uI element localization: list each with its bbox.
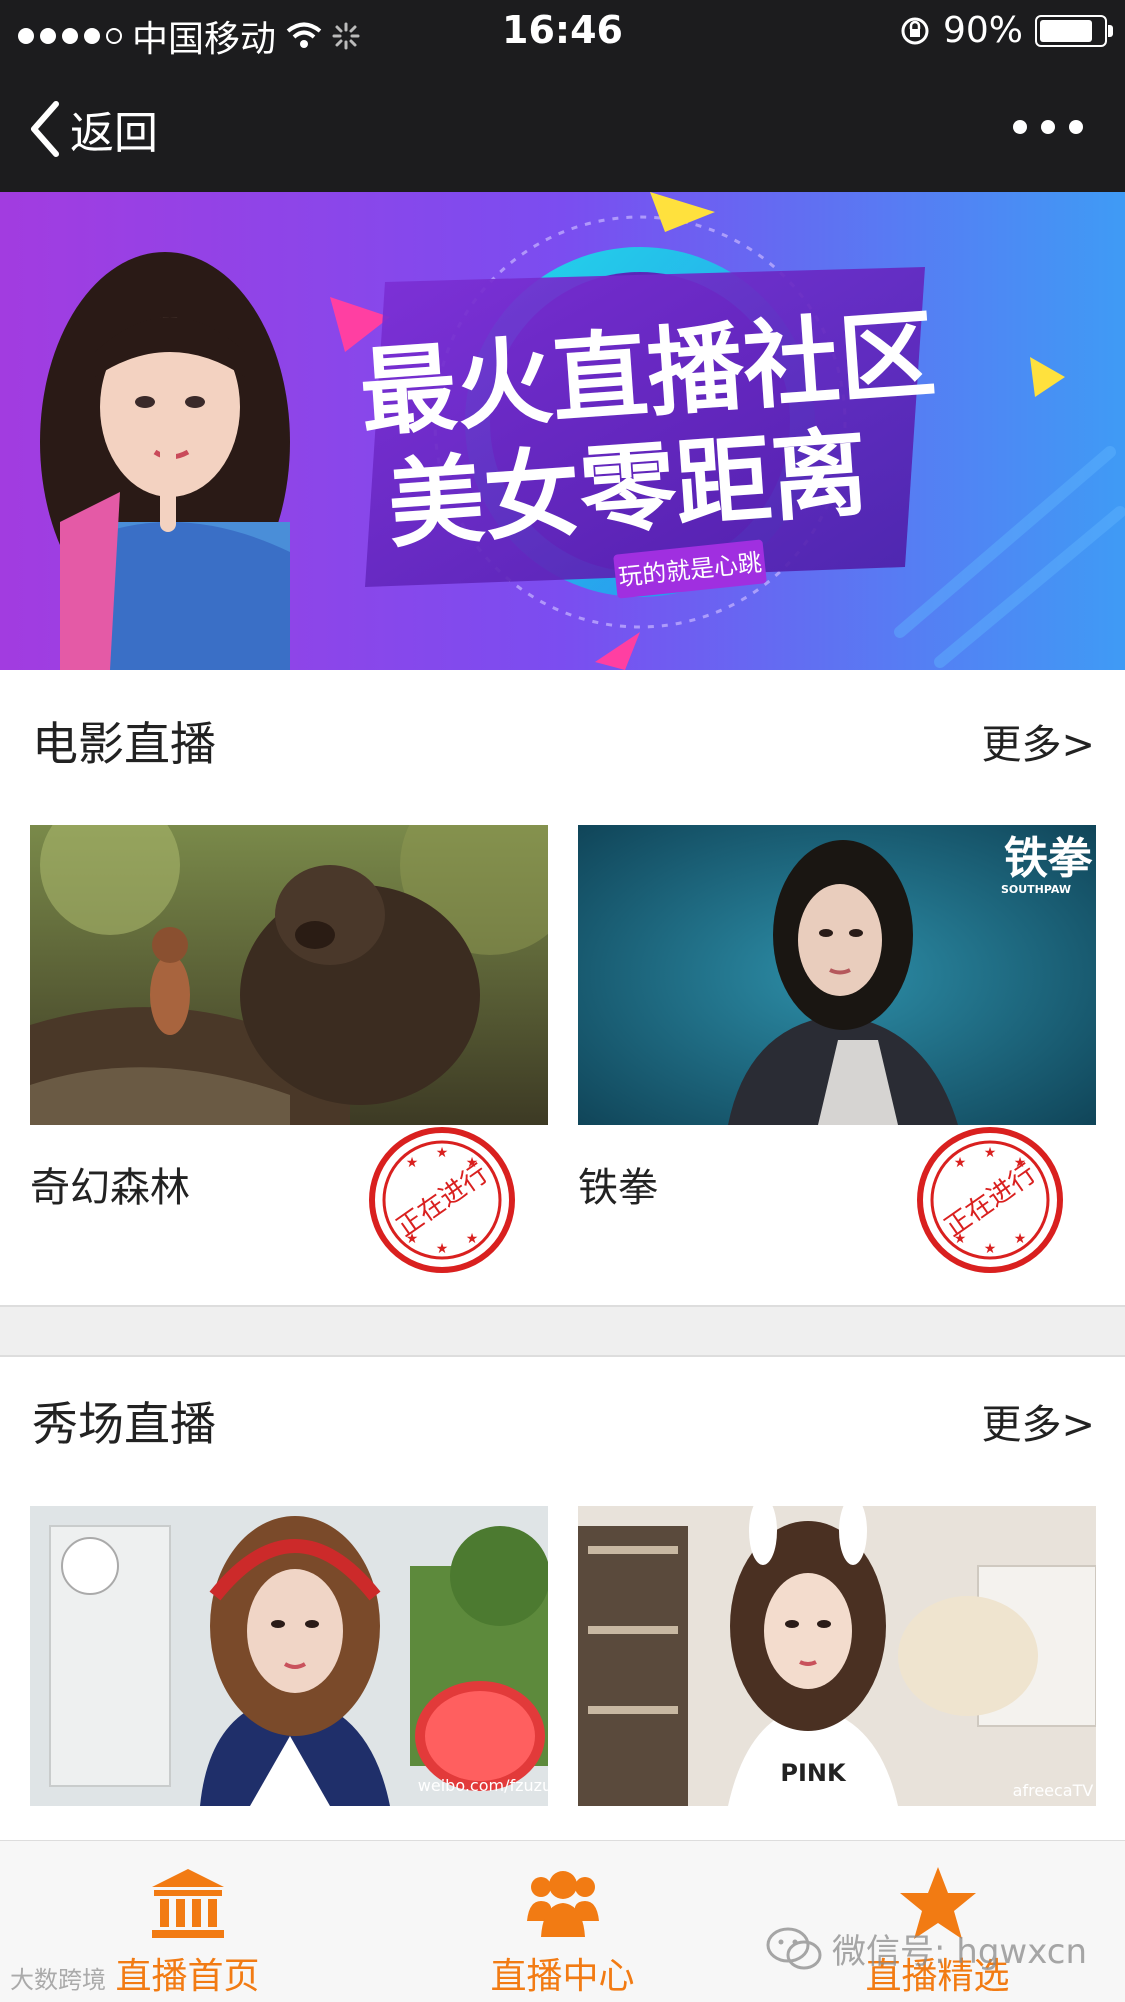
tab-live-picks[interactable]: 直播精选 — [750, 1841, 1125, 2002]
status-bar: 中国移动 16:46 90% — [0, 0, 1125, 62]
poster-subtitle: SOUTHPAW — [1001, 883, 1071, 896]
svg-text:★: ★ — [436, 1145, 449, 1161]
live-stamp-icon: ★★★ ★★★ 正在进行 — [917, 1127, 1063, 1273]
more-link[interactable]: 更多> — [981, 1392, 1095, 1450]
card-thumbnail — [30, 825, 548, 1125]
card-thumbnail: weibo.com/fzuzu — [30, 1506, 548, 1806]
banner-graphic: 最火直播社区 美女零距离 玩的就是心跳 — [0, 192, 1125, 670]
section-header-movie: 电影直播 更多> — [0, 672, 1125, 802]
card-title: 奇幻森林 — [30, 1165, 190, 1211]
svg-text:★: ★ — [954, 1155, 967, 1171]
tab-live-center[interactable]: 直播中心 — [375, 1841, 750, 2002]
bank-icon — [151, 1869, 224, 1938]
banner-model-photo — [40, 252, 290, 670]
overlay-text: afreecaTV — [1013, 1781, 1094, 1800]
more-link[interactable]: 更多> — [981, 712, 1095, 770]
svg-text:PINK: PINK — [780, 1759, 847, 1787]
svg-text:★: ★ — [984, 1145, 997, 1161]
svg-text:★: ★ — [436, 1241, 449, 1257]
svg-text:★: ★ — [984, 1241, 997, 1257]
svg-text:★: ★ — [406, 1155, 419, 1171]
tab-bar: 直播首页 直播中心 直播精选 — [0, 1840, 1125, 2002]
live-card[interactable]: 铁拳 SOUTHPAW 铁拳 ★ ★ ★ ★ ★ ★ 正在进行 — [578, 825, 1096, 1273]
battery-icon — [1035, 14, 1113, 47]
chevron-left-icon — [31, 101, 59, 157]
back-button[interactable]: 返回 — [28, 97, 158, 161]
svg-text:★: ★ — [466, 1231, 479, 1247]
status-right: 90% — [899, 10, 1113, 51]
live-card[interactable]: weibo.com/fzuzu — [30, 1506, 548, 1806]
wechat-icon — [766, 1927, 822, 1969]
svg-text:★: ★ — [1014, 1231, 1027, 1247]
orientation-lock-icon — [901, 17, 929, 44]
more-options-icon[interactable] — [1013, 120, 1083, 134]
live-card[interactable]: PINK afreecaTV — [578, 1506, 1096, 1806]
watermark-text: 微信号: hgwxcn — [832, 1932, 1087, 1972]
card-title: 铁拳 — [578, 1165, 658, 1211]
live-card[interactable]: 奇幻森林 ★ ★ ★ ★ ★ ★ 正在进行 — [30, 825, 548, 1273]
section-header-show: 秀场直播 更多> — [0, 1352, 1125, 1482]
section-divider — [0, 1305, 1125, 1357]
wechat-watermark: 微信号: hgwxcn — [766, 1924, 1087, 1973]
poster-title: 铁拳 — [1004, 833, 1093, 884]
tab-label: 直播中心 — [490, 1956, 635, 1997]
nav-bar: 返回 — [0, 62, 1125, 192]
back-label: 返回 — [70, 108, 158, 159]
section-title: 秀场直播 — [32, 1397, 216, 1451]
section-title: 电影直播 — [32, 717, 216, 771]
overlay-text: weibo.com/fzuzu — [418, 1776, 548, 1795]
promo-banner[interactable]: 最火直播社区 美女零距离 玩的就是心跳 — [0, 192, 1125, 670]
group-icon — [526, 1871, 599, 1937]
card-thumbnail: PINK afreecaTV — [578, 1506, 1096, 1806]
corner-watermark: 大数跨境 — [10, 1966, 106, 1994]
live-stamp-icon: ★★★ ★★★ 正在进行 — [369, 1127, 515, 1273]
battery-percent: 90% — [942, 10, 1023, 51]
card-thumbnail: 铁拳 SOUTHPAW — [578, 825, 1096, 1125]
